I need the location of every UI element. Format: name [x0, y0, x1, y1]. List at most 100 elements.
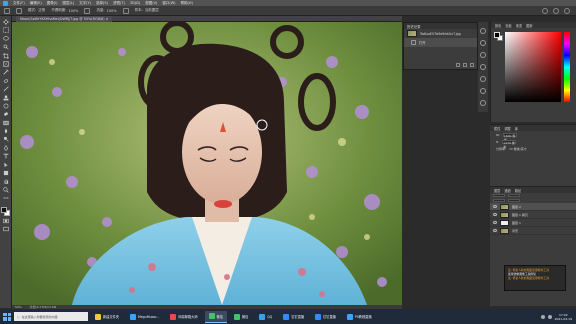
layer-row[interactable]: 图层 1 拷贝 [490, 211, 576, 219]
taskbar-app[interactable]: 新建文件夹 [91, 311, 123, 323]
tab-channels[interactable]: 通道 [504, 188, 510, 193]
history-brush-tool-icon[interactable] [2, 103, 9, 109]
layer-fill-field[interactable] [508, 199, 520, 202]
windows-start-icon[interactable] [3, 312, 11, 321]
sample-option[interactable]: 样本: 当前图层 [135, 8, 159, 13]
opacity-option[interactable]: 不透明度: 100% [51, 8, 78, 13]
hue-slider[interactable] [564, 32, 570, 102]
mode-value[interactable]: 正常 [38, 8, 45, 13]
menu-help[interactable]: 帮助(H) [181, 1, 193, 6]
visibility-eye-icon[interactable] [493, 213, 497, 216]
blend-mode-select[interactable] [493, 194, 505, 197]
type-tool-icon[interactable] [2, 153, 9, 159]
character-panel-icon[interactable] [480, 64, 486, 70]
move-tool-icon[interactable] [2, 19, 9, 25]
quick-mask-icon[interactable] [2, 218, 9, 224]
workspace-icon[interactable] [553, 7, 559, 14]
color-picker-field[interactable] [505, 32, 561, 102]
taskbar-app[interactable]: 微信 [204, 310, 227, 323]
foreground-chip[interactable] [494, 32, 500, 38]
volume-icon[interactable] [547, 314, 552, 319]
visibility-eye-icon[interactable] [493, 205, 497, 208]
actions-panel-icon[interactable] [480, 40, 486, 46]
history-snapshot[interactable]: TwKuoEV7b9e9rbtUuT.jpg [404, 29, 477, 38]
taskbar-app[interactable]: QQ [255, 311, 276, 323]
glyphs-panel-icon[interactable] [480, 88, 486, 94]
layer-row[interactable]: 图层 2 [490, 203, 576, 211]
shape-tool-icon[interactable] [2, 170, 9, 176]
network-icon[interactable] [540, 314, 545, 319]
menu-type[interactable]: 文字(Y) [79, 1, 91, 6]
marquee-tool-icon[interactable] [2, 27, 9, 34]
menu-filter[interactable]: 滤镜(T) [113, 1, 125, 6]
document-tab[interactable]: Moon(SeWrYKSHhaMei(DWRJJT.jpg @ 50%(RGB/… [16, 15, 113, 22]
pen-tool-icon[interactable] [2, 144, 9, 151]
document-canvas[interactable] [12, 22, 402, 305]
sample-value[interactable]: 当前图层 [145, 8, 159, 13]
zoom-tool-icon[interactable] [2, 187, 9, 193]
healing-brush-tool-icon[interactable] [2, 78, 9, 84]
lasso-tool-icon[interactable] [2, 36, 9, 42]
more-tools-icon[interactable] [2, 195, 9, 201]
eyedropper-tool-icon[interactable] [2, 69, 9, 76]
airbrush-icon[interactable] [122, 7, 129, 14]
path-select-tool-icon[interactable] [2, 162, 9, 168]
info-panel-icon[interactable] [480, 100, 486, 106]
clone-stamp-tool-icon[interactable] [2, 95, 9, 101]
menu-select[interactable]: 选择(S) [96, 1, 108, 6]
taskbar-app[interactable]: PS教程直播 [343, 311, 376, 323]
tab-properties[interactable]: 属性 [494, 126, 500, 131]
quick-select-tool-icon[interactable] [2, 44, 9, 50]
tab-gradients[interactable]: 渐变 [516, 23, 522, 28]
history-step[interactable]: 打开 [404, 38, 477, 47]
taskbar-clock[interactable]: 17:02 2021-04-19 [555, 313, 572, 321]
hand-tool-icon[interactable] [2, 178, 9, 185]
opacity-value[interactable]: 100% [68, 9, 78, 13]
gradient-tool-icon[interactable] [2, 120, 9, 126]
lock-options[interactable] [493, 199, 505, 202]
visibility-eye-icon[interactable] [493, 229, 497, 232]
menu-layer[interactable]: 图层(L) [62, 1, 74, 6]
layer-opacity-field[interactable] [508, 194, 520, 197]
history-panel-icon[interactable] [480, 28, 486, 34]
brush-tool-icon[interactable] [2, 86, 9, 92]
menu-edit[interactable]: 编辑(E) [30, 1, 42, 6]
crop-tool-icon[interactable] [2, 52, 9, 59]
height-value[interactable]: 1479 像素 [502, 139, 517, 149]
foreground-background-swatches[interactable] [1, 206, 10, 216]
taskbar-app[interactable]: 钉钉直播 [311, 311, 340, 323]
paragraph-panel-icon[interactable] [480, 76, 486, 82]
frame-tool-icon[interactable] [2, 61, 9, 67]
taskbar-app[interactable]: 微信 [230, 311, 252, 323]
tab-patterns[interactable]: 图案 [526, 23, 532, 28]
menu-3d[interactable]: 3D(D) [130, 1, 140, 5]
foreground-color-swatch[interactable] [1, 206, 7, 213]
taskbar-app[interactable]: 钉钉直播 [279, 311, 308, 323]
menu-file[interactable]: 文件(F) [13, 1, 25, 6]
visibility-eye-icon[interactable] [493, 221, 497, 224]
eraser-tool-icon[interactable] [2, 111, 9, 117]
brush-preset-icon[interactable] [16, 7, 22, 14]
layer-row[interactable]: 图层 1 [490, 219, 576, 227]
clone-stamp-icon[interactable] [4, 7, 10, 14]
tab-adjustments[interactable]: 调整 [504, 126, 510, 131]
taskbar-app[interactable]: 网易邮箱大师 [166, 311, 201, 323]
flow-value[interactable]: 100% [107, 9, 117, 13]
menu-image[interactable]: 图像(I) [47, 1, 58, 6]
tab-swatches[interactable]: 色板 [505, 23, 511, 28]
tab-libraries[interactable]: 库 [515, 126, 518, 131]
brush-settings-icon[interactable] [480, 52, 486, 58]
blur-tool-icon[interactable] [2, 128, 9, 134]
delete-state-icon[interactable] [470, 63, 474, 67]
tab-layers[interactable]: 图层 [494, 188, 500, 193]
search-icon[interactable] [542, 7, 548, 14]
share-icon[interactable] [564, 7, 570, 14]
new-snapshot-icon[interactable] [463, 63, 467, 67]
layer-row[interactable]: 背景 [490, 227, 576, 235]
screen-mode-icon[interactable] [2, 226, 9, 232]
flow-option[interactable]: 流量: 100% [96, 8, 116, 13]
new-document-from-state-icon[interactable] [456, 63, 460, 67]
mode-option[interactable]: 模式: 正常 [28, 8, 45, 13]
taskbar-app[interactable]: MeguMuoor... [126, 311, 163, 323]
menu-window[interactable]: 窗口(W) [162, 1, 175, 6]
